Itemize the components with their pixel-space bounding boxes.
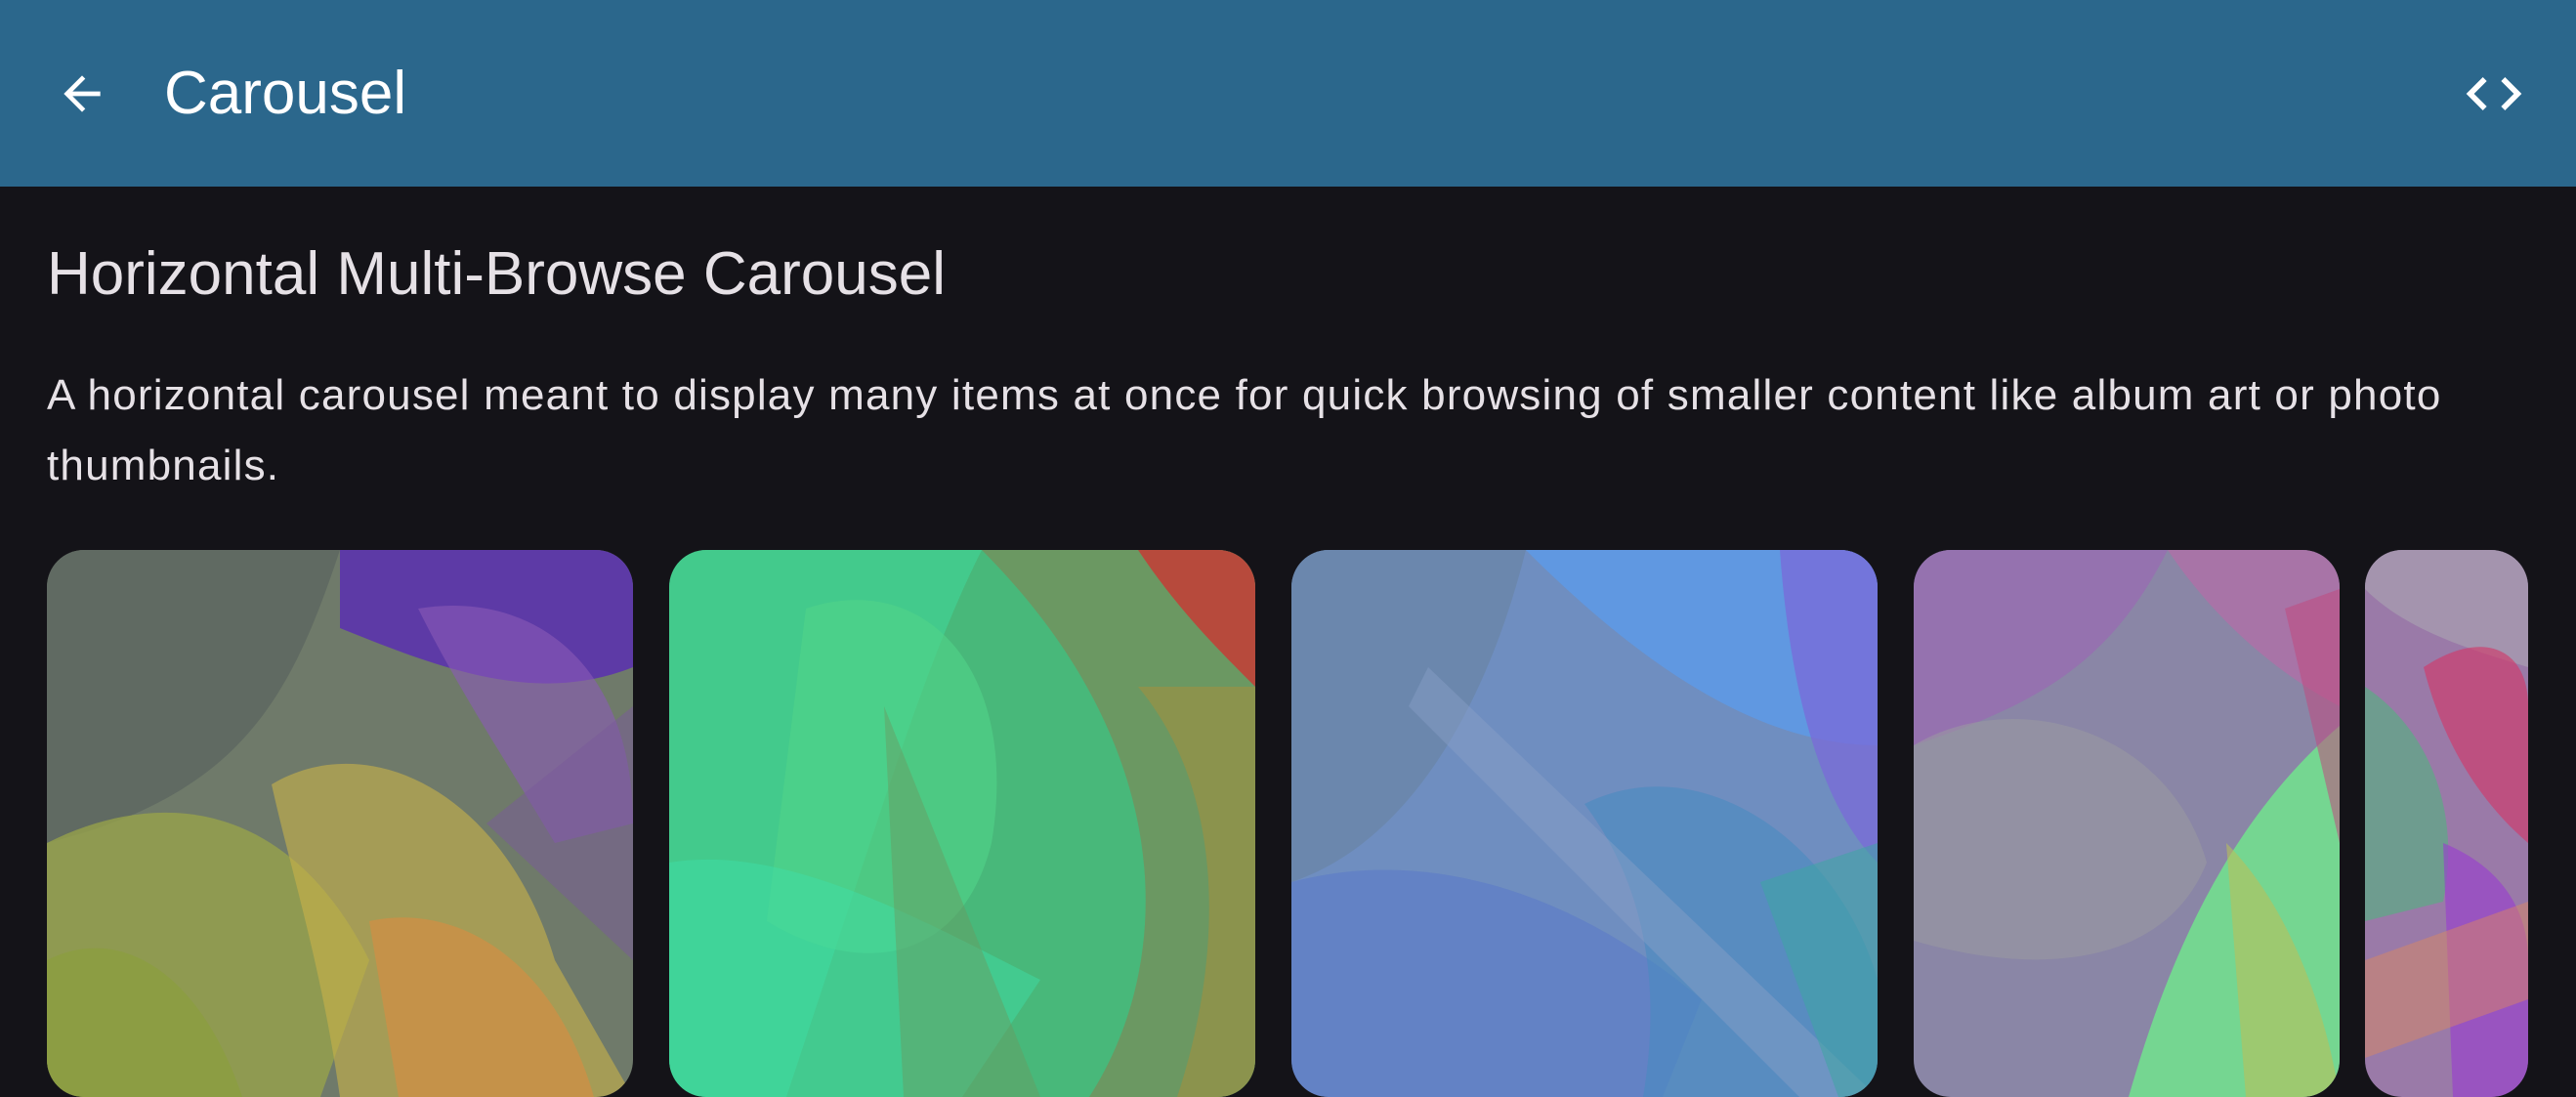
carousel-item-5[interactable] xyxy=(2365,550,2528,1097)
carousel-item-1-image xyxy=(47,550,633,1097)
carousel-item-2[interactable] xyxy=(669,550,1255,1097)
arrow-back-icon xyxy=(63,75,101,112)
code-icon xyxy=(2466,77,2522,110)
carousel-item-2-image xyxy=(669,550,1255,1097)
top-app-bar: Carousel xyxy=(0,0,2576,187)
carousel-item-1[interactable] xyxy=(47,550,633,1097)
multi-browse-carousel[interactable] xyxy=(0,550,2576,1097)
back-button[interactable] xyxy=(43,50,121,138)
carousel-item-4-image xyxy=(1914,550,2340,1097)
section-description: A horizontal carousel meant to display m… xyxy=(47,371,2442,489)
carousel-item-5-image xyxy=(2365,550,2528,1097)
section-title: Horizontal Multi-Browse Carousel xyxy=(47,240,946,308)
main-content: Horizontal Multi-Browse Carousel A horiz… xyxy=(0,187,2576,1097)
carousel-item-4[interactable] xyxy=(1914,550,2340,1097)
carousel-item-3[interactable] xyxy=(1291,550,1878,1097)
app-bar-title: Carousel xyxy=(164,60,407,127)
view-code-button[interactable] xyxy=(2450,50,2538,138)
carousel-item-3-image xyxy=(1291,550,1878,1097)
